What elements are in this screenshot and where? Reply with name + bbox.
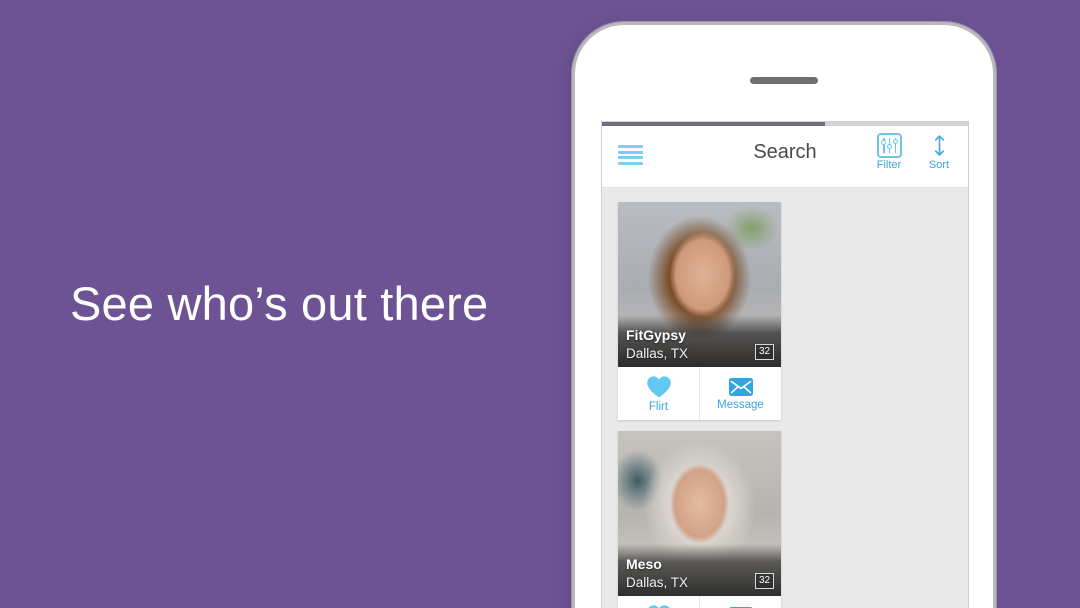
navbar-actions: Filter Sort [870, 133, 958, 171]
profile-action-bar: Flirt Message [618, 367, 781, 420]
flirt-button[interactable]: Flirt [618, 596, 699, 608]
heart-icon [647, 604, 670, 608]
earpiece-speaker-icon [750, 77, 818, 84]
message-button[interactable]: Message [699, 367, 781, 420]
sort-button-label: Sort [928, 159, 950, 171]
profile-results-grid: FitGypsy Dallas, TX 32 Flirt Message Mes… [602, 188, 968, 608]
flirt-button-label: Flirt [648, 400, 669, 413]
profile-photo-count-badge: 32 [755, 344, 774, 360]
flirt-button[interactable]: Flirt [618, 367, 699, 420]
heart-icon [646, 375, 671, 397]
profile-photo[interactable]: Meso Dallas, TX 32 [618, 431, 781, 596]
profile-location: Dallas, TX [626, 346, 689, 361]
message-button[interactable]: Message [699, 596, 781, 608]
sort-button[interactable]: Sort [920, 133, 958, 171]
filter-button[interactable]: Filter [870, 133, 908, 171]
envelope-icon [728, 377, 753, 396]
profile-photo[interactable]: FitGypsy Dallas, TX 32 [618, 202, 781, 367]
page-title: See who’s out there [70, 277, 489, 330]
sort-icon [934, 135, 944, 156]
phone-screen: Search Filter Sort FitGypsy Dallas, TX 3… [601, 121, 969, 608]
filter-button-label: Filter [876, 159, 902, 171]
profile-username: FitGypsy [626, 327, 686, 343]
profile-photo-count-badge: 32 [755, 573, 774, 589]
filter-icon [876, 133, 902, 158]
profile-card-fitgypsy[interactable]: FitGypsy Dallas, TX 32 Flirt Message [618, 202, 781, 420]
profile-username: Meso [626, 556, 662, 572]
message-button-label: Message [717, 398, 764, 411]
profile-location: Dallas, TX [626, 575, 689, 590]
profile-card-meso[interactable]: Meso Dallas, TX 32 Flirt Message [618, 431, 781, 608]
phone-device-frame: Search Filter Sort FitGypsy Dallas, TX 3… [572, 22, 996, 608]
profile-action-bar: Flirt Message [618, 596, 781, 608]
app-navbar: Search Filter Sort [602, 126, 968, 188]
